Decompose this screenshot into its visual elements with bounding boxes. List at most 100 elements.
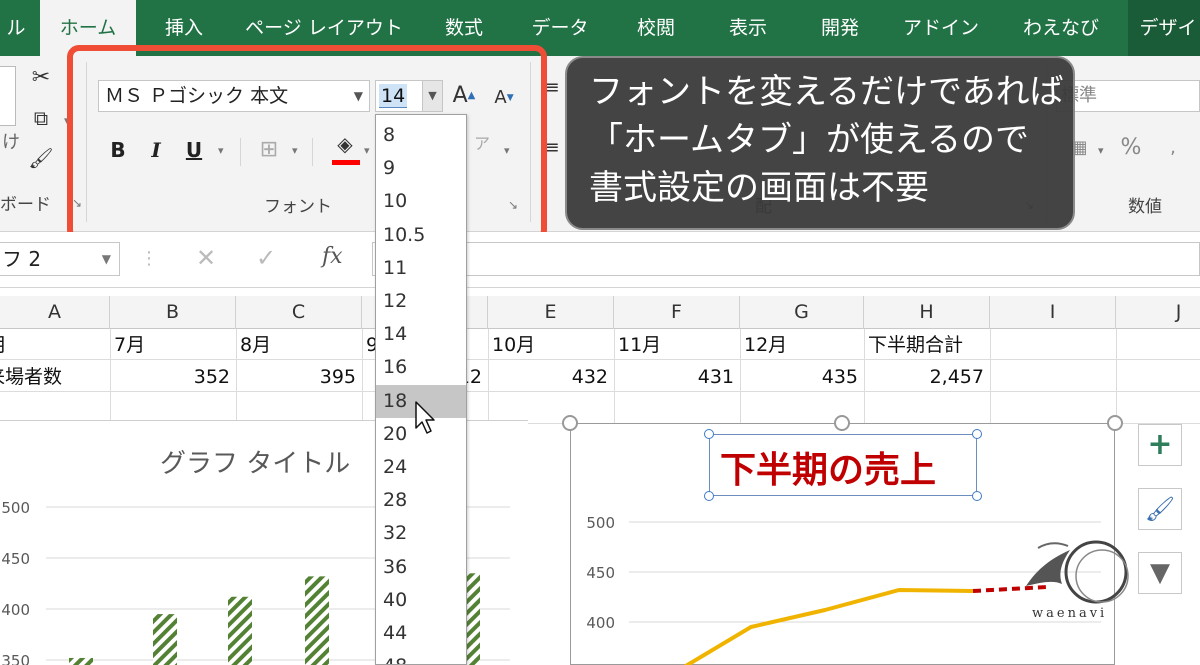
font-size-option[interactable]: 44 <box>376 617 466 650</box>
callout-annotation: フォントを変えるだけであれば 「ホームタブ」が使えるので 書式設定の画面は不要 <box>565 56 1075 230</box>
format-painter-icon[interactable]: 🖌 <box>26 144 56 172</box>
font-size-option[interactable]: 8 <box>376 119 466 152</box>
currency-caret-icon[interactable]: ▾ <box>1098 144 1104 157</box>
cell-f2[interactable]: 431 <box>614 362 734 392</box>
bar[interactable] <box>69 657 93 665</box>
cell-g1[interactable]: 12月 <box>744 330 864 360</box>
resize-handle[interactable] <box>704 491 714 501</box>
chart-resize-handle[interactable] <box>562 415 578 431</box>
tab-10[interactable]: わえなび <box>998 0 1124 56</box>
formula-bar: フ 2 ▼ ⋮ ✕ ✓ fx <box>0 232 1200 288</box>
font-size-option[interactable]: 28 <box>376 484 466 517</box>
cell-h1[interactable]: 下半期合計 <box>868 330 998 360</box>
cell-g2[interactable]: 435 <box>740 362 858 392</box>
tab-11[interactable]: デザイ <box>1128 0 1200 56</box>
y-tick-label: 500 <box>586 514 615 532</box>
font-size-option[interactable]: 12 <box>376 285 466 318</box>
copy-icon[interactable]: ⧉ <box>26 104 56 132</box>
column-header-c[interactable]: C <box>236 296 362 329</box>
font-size-option[interactable]: 32 <box>376 517 466 550</box>
font-size-option[interactable]: 14 <box>376 318 466 351</box>
cell-e1[interactable]: 10月 <box>492 330 612 360</box>
column-header-h[interactable]: H <box>864 296 990 329</box>
chevron-down-icon[interactable]: ▼ <box>102 243 111 275</box>
y-tick-label: 450 <box>1 550 30 568</box>
y-tick-label: 350 <box>1 652 30 665</box>
cell-a1[interactable]: 月 <box>0 330 108 360</box>
filter-icon: ▼ <box>1150 558 1170 588</box>
comma-icon[interactable]: , <box>1158 134 1188 162</box>
callout-line: 「ホームタブ」が使えるので <box>589 120 1029 160</box>
bar[interactable] <box>153 614 177 665</box>
resize-handle[interactable] <box>704 429 714 439</box>
brush-icon: 🖌 <box>1144 495 1176 523</box>
column-headers: A B C D E F G H I J <box>0 296 1200 329</box>
percent-button[interactable]: % <box>1116 134 1146 162</box>
chart-title-box[interactable]: 下半期の売上 <box>709 434 977 496</box>
cell-b1[interactable]: 7月 <box>114 330 234 360</box>
cell-f1[interactable]: 11月 <box>618 330 738 360</box>
font-size-dropdown-list[interactable]: 891010.511121416182024283236404448 <box>375 114 467 665</box>
enter-icon[interactable]: ✓ <box>256 244 276 272</box>
column-header-f[interactable]: F <box>614 296 740 329</box>
chart-filters-button[interactable]: ▼ <box>1138 552 1182 594</box>
bar[interactable] <box>228 596 252 665</box>
name-box[interactable]: フ 2 ▼ <box>0 242 120 276</box>
tab-8[interactable]: 開発 <box>796 0 884 56</box>
cell-c2[interactable]: 395 <box>236 362 356 392</box>
column-header-j[interactable]: J <box>1116 296 1200 329</box>
tab-0[interactable]: ル <box>0 0 38 56</box>
font-size-option[interactable]: 10.5 <box>376 219 466 252</box>
column-header-e[interactable]: E <box>488 296 614 329</box>
cell-e2[interactable]: 432 <box>488 362 608 392</box>
font-size-option[interactable]: 11 <box>376 252 466 285</box>
column-header-b[interactable]: B <box>110 296 236 329</box>
formula-input[interactable] <box>372 242 1200 276</box>
font-size-option[interactable]: 40 <box>376 584 466 617</box>
chart-resize-handle[interactable] <box>1107 415 1123 431</box>
resize-handle[interactable] <box>972 491 982 501</box>
insert-function-icon[interactable]: fx <box>322 244 343 269</box>
y-tick-label: 450 <box>586 564 615 582</box>
column-header-a[interactable]: A <box>0 296 110 329</box>
font-group-highlight <box>67 45 547 242</box>
chart-resize-handle[interactable] <box>834 415 850 431</box>
font-size-option[interactable]: 24 <box>376 451 466 484</box>
callout-line: 書式設定の画面は不要 <box>589 168 929 208</box>
callout-line: フォントを変えるだけであれば <box>589 72 1064 112</box>
cell-b2[interactable]: 352 <box>110 362 230 392</box>
left-chart-title[interactable]: グラフ タイトル <box>160 443 350 480</box>
font-size-option[interactable]: 36 <box>376 551 466 584</box>
resize-handle[interactable] <box>972 429 982 439</box>
more-icon[interactable]: ⋮ <box>140 248 158 269</box>
cut-icon[interactable]: ✂ <box>26 64 56 92</box>
name-box-value: フ 2 <box>2 247 42 271</box>
cancel-icon[interactable]: ✕ <box>196 244 216 272</box>
cell-h2[interactable]: 2,457 <box>864 362 984 392</box>
column-header-i[interactable]: I <box>990 296 1116 329</box>
y-tick-label: 400 <box>586 614 615 632</box>
number-group-label: 数値 <box>1128 197 1162 217</box>
column-header-g[interactable]: G <box>740 296 864 329</box>
paste-label: け <box>2 132 20 153</box>
chart-elements-button[interactable]: + <box>1138 424 1182 466</box>
font-size-option[interactable]: 9 <box>376 152 466 185</box>
font-size-option[interactable]: 10 <box>376 185 466 218</box>
plus-icon: + <box>1147 427 1173 462</box>
tab-9[interactable]: アドイン <box>888 0 994 56</box>
paste-icon[interactable] <box>0 66 16 126</box>
tab-6[interactable]: 校閲 <box>612 0 700 56</box>
number-format-combobox[interactable]: 標準 <box>1056 80 1200 112</box>
series-line[interactable] <box>679 588 974 665</box>
cell-a2[interactable]: 来場者数 <box>0 362 110 392</box>
tab-7[interactable]: 表示 <box>704 0 792 56</box>
font-size-option[interactable]: 16 <box>376 351 466 384</box>
col-line <box>1116 329 1117 424</box>
font-size-option[interactable]: 48 <box>376 650 466 664</box>
right-chart-title[interactable]: 下半期の売上 <box>720 441 936 493</box>
bar[interactable] <box>305 576 329 665</box>
y-tick-label: 500 <box>1 499 30 517</box>
chart-styles-button[interactable]: 🖌 <box>1138 488 1182 530</box>
cell-c1[interactable]: 8月 <box>240 330 360 360</box>
mouse-cursor-icon <box>415 401 435 434</box>
